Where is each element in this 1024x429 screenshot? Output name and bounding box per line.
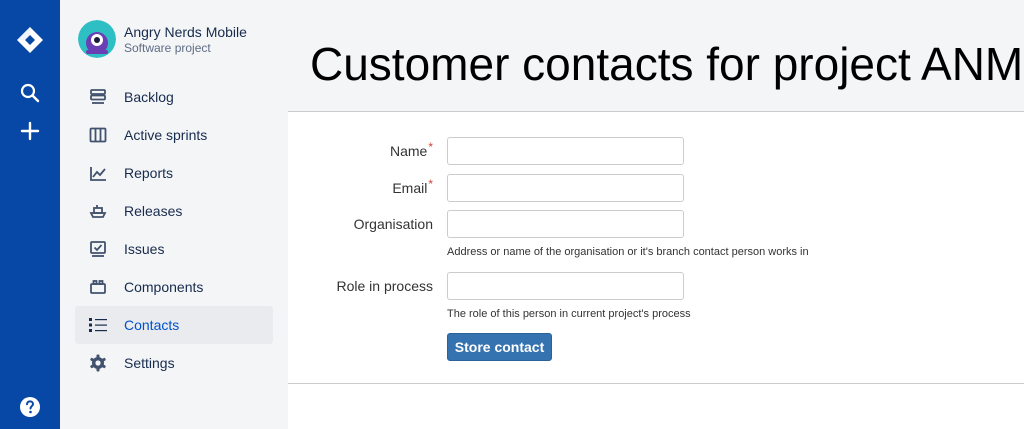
organisation-help-text: Address or name of the organisation or i… [447, 246, 809, 258]
components-icon [88, 277, 108, 297]
sidebar-item-label: Active sprints [124, 127, 208, 143]
email-label: Email* [392, 177, 433, 196]
page-title: Customer contacts for project ANM [310, 38, 1024, 90]
organisation-label: Organisation [353, 216, 433, 232]
board-icon [88, 125, 108, 145]
sidebar-item-label: Components [124, 279, 204, 295]
sidebar-item-label: Settings [124, 355, 175, 371]
store-contact-button[interactable]: Store contact [447, 333, 552, 361]
sidebar-item-active-sprints[interactable]: Active sprints [75, 116, 273, 154]
project-type: Software project [124, 40, 211, 55]
sidebar-nav: Backlog Active sprints Reports Releases … [75, 78, 273, 382]
help-icon[interactable] [0, 394, 60, 420]
main-content: Customer contacts for project ANM Name* … [288, 0, 1024, 429]
search-icon[interactable] [0, 80, 60, 106]
list-icon [88, 315, 108, 335]
organisation-input[interactable] [447, 210, 684, 238]
project-name: Angry Nerds Mobile [124, 23, 247, 40]
sidebar-item-label: Reports [124, 165, 174, 181]
issues-icon [88, 239, 108, 259]
gear-icon [88, 353, 108, 373]
name-label: Name* [389, 140, 433, 159]
global-nav [0, 0, 60, 429]
sidebar-item-label: Issues [124, 241, 165, 257]
name-input[interactable] [447, 137, 684, 165]
backlog-icon [88, 87, 108, 107]
sidebar-item-backlog[interactable]: Backlog [75, 78, 273, 116]
sidebar-item-label: Contacts [124, 317, 180, 333]
required-marker: * [428, 177, 433, 191]
email-input[interactable] [447, 174, 684, 202]
sidebar-item-components[interactable]: Components [75, 268, 273, 306]
contact-form: Name* Email* Organisation Address or nam… [288, 113, 1024, 384]
sidebar-item-issues[interactable]: Issues [75, 230, 273, 268]
project-sidebar: Angry Nerds Mobile Software project Back… [60, 0, 288, 429]
ship-icon [88, 201, 108, 221]
project-avatar [78, 20, 116, 58]
sidebar-item-releases[interactable]: Releases [75, 192, 273, 230]
sidebar-item-reports[interactable]: Reports [75, 154, 273, 192]
required-marker: * [428, 140, 433, 154]
sidebar-item-contacts[interactable]: Contacts [75, 306, 273, 344]
role-label: Role in process [336, 278, 434, 294]
reports-icon [88, 163, 108, 183]
sidebar-item-label: Releases [124, 203, 183, 219]
jira-logo-icon[interactable] [0, 24, 60, 56]
sidebar-item-settings[interactable]: Settings [75, 344, 273, 382]
role-input[interactable] [447, 272, 684, 300]
project-header[interactable]: Angry Nerds Mobile Software project [78, 20, 247, 58]
create-plus-icon[interactable] [0, 118, 60, 144]
content-footer-area [288, 385, 1024, 429]
role-help-text: The role of this person in current proje… [447, 308, 691, 320]
page-header: Customer contacts for project ANM [288, 0, 1024, 112]
sidebar-item-label: Backlog [124, 89, 174, 105]
